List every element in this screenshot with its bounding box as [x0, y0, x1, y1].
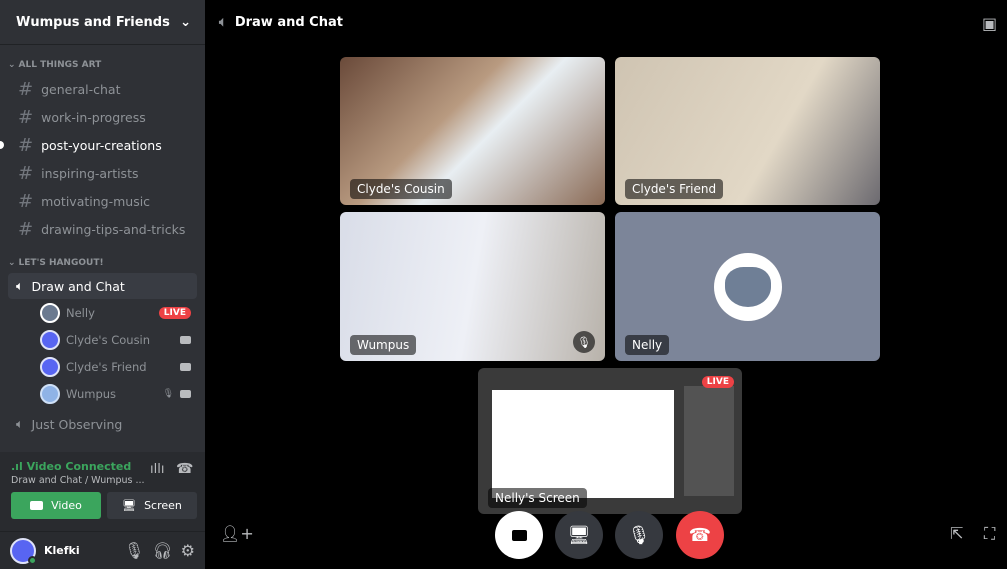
disconnect-button[interactable]: ☎︎: [676, 511, 724, 559]
voice-channel-just-observing[interactable]: 🔈︎ Just Observing: [8, 411, 197, 437]
live-badge: LIVE: [158, 306, 191, 319]
screen-share-button[interactable]: 🖥︎: [555, 511, 603, 559]
avatar: [40, 356, 60, 377]
video-tile[interactable]: Nelly: [615, 212, 880, 361]
online-status-icon: [28, 555, 37, 565]
camera-toggle-button[interactable]: [495, 511, 543, 559]
screen-share-icon: 🖥︎: [122, 499, 137, 512]
noise-suppression-icon[interactable]: ıllı: [150, 462, 164, 477]
hash-icon: #: [18, 106, 34, 128]
username: Klefki: [44, 544, 80, 557]
voice-user[interactable]: Clyde's Cousin: [0, 326, 205, 353]
participant-name: Clyde's Friend: [625, 179, 724, 199]
participant-name: Nelly: [625, 335, 670, 355]
screen-share-tile[interactable]: LIVE Nelly's Screen: [478, 368, 742, 514]
channel-post-your-creations[interactable]: # post-your-creations: [0, 131, 197, 159]
connection-location: Draw and Chat / Wumpus ...: [11, 475, 145, 486]
shared-canvas: [492, 390, 674, 498]
gear-icon[interactable]: ⚙︎: [181, 541, 195, 560]
avatar: [40, 383, 60, 404]
signal-icon: .ıl: [11, 460, 27, 473]
mic-muted-icon: 🎙︎: [573, 331, 595, 353]
hang-up-icon: ☎︎: [688, 524, 712, 546]
channel-general-chat[interactable]: # general-chat: [8, 75, 197, 103]
microphone-button[interactable]: 🎙︎: [615, 511, 663, 559]
speaker-icon: 🔈︎: [219, 15, 227, 30]
screen-button[interactable]: 🖥︎ Screen: [107, 492, 197, 519]
mic-muted-icon: 🎙︎: [162, 388, 174, 399]
hash-icon: #: [18, 134, 34, 156]
avatar: [40, 329, 60, 350]
add-user-icon[interactable]: 👤︎+: [220, 524, 254, 543]
disconnect-icon[interactable]: ☎︎: [176, 461, 193, 477]
camera-icon: [180, 335, 191, 344]
hash-icon: #: [18, 218, 34, 240]
fullscreen-icon[interactable]: ⛶: [984, 524, 995, 544]
camera-icon: [180, 389, 191, 398]
main-header: 🔈︎ Draw and Chat: [205, 0, 1007, 45]
channel-work-in-progress[interactable]: # work-in-progress: [8, 103, 197, 131]
video-tile[interactable]: Clyde's Friend: [615, 57, 880, 205]
tool-panel: [684, 386, 734, 496]
channel-drawing-tips-and-tricks[interactable]: # drawing-tips-and-tricks: [8, 215, 197, 243]
video-button[interactable]: Video: [11, 492, 101, 519]
voice-channel-draw-and-chat[interactable]: 🔈︎ Draw and Chat: [8, 273, 197, 299]
voice-user[interactable]: Nelly LIVE: [0, 299, 205, 326]
microphone-icon: 🎙︎: [627, 524, 651, 546]
participant-name: Wumpus: [350, 335, 417, 355]
server-header[interactable]: Wumpus and Friends ⌄: [0, 0, 205, 45]
voice-user[interactable]: Clyde's Friend: [0, 353, 205, 380]
layout-icon[interactable]: ▣: [982, 14, 997, 33]
speaker-icon: 🔈︎: [16, 278, 24, 293]
live-badge: LIVE: [701, 376, 734, 388]
chevron-down-icon: ⌄: [180, 14, 191, 30]
hash-icon: #: [18, 162, 34, 184]
avatar: [40, 302, 60, 323]
channel-motivating-music[interactable]: # motivating-music: [8, 187, 197, 215]
category-all-things-art[interactable]: ⌄ ALL THINGS ART: [0, 55, 205, 75]
camera-icon: [180, 362, 191, 371]
hash-icon: #: [18, 190, 34, 212]
avatar[interactable]: [10, 537, 37, 565]
microphone-icon[interactable]: 🎙︎: [124, 541, 144, 560]
video-tile[interactable]: Wumpus 🎙︎: [340, 212, 605, 361]
speaker-icon: 🔈︎: [16, 416, 24, 431]
popout-icon[interactable]: ⇱: [950, 524, 963, 543]
participant-name: Clyde's Cousin: [350, 179, 452, 199]
participant-name: Nelly's Screen: [488, 488, 587, 508]
unread-indicator: [0, 141, 4, 149]
voice-connection-panel: .ıl Video Connected Draw and Chat / Wump…: [0, 452, 205, 532]
camera-icon: [511, 529, 527, 541]
voice-user[interactable]: Wumpus 🎙︎: [0, 380, 205, 407]
category-lets-hangout[interactable]: ⌄ LET'S HANGOUT!: [0, 253, 205, 273]
video-tile[interactable]: Clyde's Cousin: [340, 57, 605, 205]
server-name: Wumpus and Friends: [16, 14, 170, 30]
page-title: Draw and Chat: [234, 15, 343, 30]
channel-sidebar: Wumpus and Friends ⌄ ⌄ ALL THINGS ART # gen…: [0, 0, 205, 569]
camera-icon: [30, 501, 44, 510]
connection-status[interactable]: .ıl Video Connected: [11, 460, 131, 473]
headphones-icon[interactable]: 🎧︎: [152, 541, 172, 560]
channel-inspiring-artists[interactable]: # inspiring-artists: [8, 159, 197, 187]
user-panel: Klefki 🎙︎ 🎧︎ ⚙︎: [0, 532, 205, 569]
avatar: [714, 253, 782, 321]
screen-share-icon: 🖥︎: [567, 524, 591, 546]
hash-icon: #: [18, 78, 34, 100]
